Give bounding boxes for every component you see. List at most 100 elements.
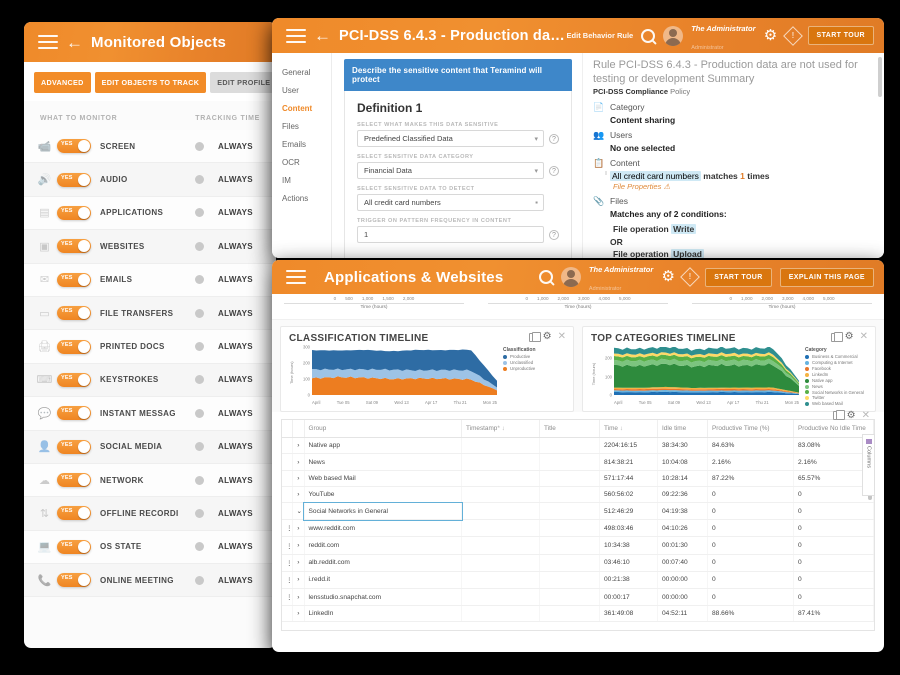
table-row[interactable]: ›News814:38:2110:04:082.16%2.16% <box>282 454 874 470</box>
toggle-websites[interactable]: YES <box>57 239 91 253</box>
help-icon[interactable]: ? <box>549 230 559 240</box>
table-header-productive-time-[interactable]: Productive Time (%) <box>708 420 794 438</box>
row-expander[interactable]: › <box>292 537 304 554</box>
monitor-row-os-state[interactable]: 💻YESOS STATEALWAYS <box>24 531 276 564</box>
search-icon[interactable] <box>539 270 553 284</box>
gear-icon[interactable]: ⚙ <box>847 411 856 421</box>
row-expander[interactable]: › <box>292 438 304 454</box>
toggle-keystrokes[interactable]: YES <box>57 373 91 387</box>
monitor-row-instant-messag[interactable]: 💬YESINSTANT MESSAGALWAYS <box>24 397 276 430</box>
pattern-frequency-input[interactable]: 1 <box>357 226 544 243</box>
close-icon[interactable]: ✕ <box>862 411 870 421</box>
search-icon[interactable] <box>641 29 655 43</box>
row-expander[interactable]: › <box>292 454 304 470</box>
row-drag-handle[interactable]: ⋮ <box>282 554 292 571</box>
table-row[interactable]: ⋮›alb.reddit.com03:46:1000:07:4000 <box>282 554 874 571</box>
table-row[interactable]: ›Web based Mail571:17:4410:28:1487.22%65… <box>282 470 874 486</box>
table-row[interactable]: ⋮›www.reddit.com498:03:4604:10:2600 <box>282 520 874 537</box>
rule-nav-actions[interactable]: Actions <box>282 189 331 207</box>
toggle-applications[interactable]: YES <box>57 206 91 220</box>
rule-nav-emails[interactable]: Emails <box>282 135 331 153</box>
rule-nav-im[interactable]: IM <box>282 171 331 189</box>
back-arrow-icon[interactable]: ← <box>66 34 83 51</box>
rule-nav-content[interactable]: Content <box>282 99 331 117</box>
toggle-audio[interactable]: YES <box>57 173 91 187</box>
hamburger-icon[interactable] <box>286 29 306 43</box>
row-drag-handle[interactable]: ⋮ <box>282 571 292 588</box>
summary-scrollbar[interactable] <box>878 57 882 97</box>
explain-this-page-button[interactable]: EXPLAIN THIS PAGE <box>780 268 874 287</box>
rule-nav-ocr[interactable]: OCR <box>282 153 331 171</box>
close-icon[interactable]: ✕ <box>558 332 566 342</box>
avatar[interactable] <box>561 267 581 287</box>
toggle-printed-docs[interactable]: YES <box>57 340 91 354</box>
toggle-emails[interactable]: YES <box>57 273 91 287</box>
row-drag-handle[interactable]: ⋮ <box>282 588 292 605</box>
copy-icon[interactable] <box>831 333 839 342</box>
toggle-file-transfers[interactable]: YES <box>57 306 91 320</box>
copy-icon[interactable] <box>833 411 841 420</box>
row-expander[interactable]: › <box>292 588 304 605</box>
table-row[interactable]: ⋮›i.redd.it00:21:3800:00:0000 <box>282 571 874 588</box>
row-drag-handle[interactable]: ⋮ <box>282 537 292 554</box>
hamburger-icon[interactable] <box>38 35 58 49</box>
row-expander[interactable]: › <box>292 606 304 622</box>
close-icon[interactable]: ✕ <box>860 332 868 342</box>
alert-diamond-icon[interactable] <box>783 26 803 46</box>
advanced-button[interactable]: ADVANCED <box>34 72 91 93</box>
row-expander[interactable]: › <box>292 554 304 571</box>
table-row[interactable]: ⋮›lensstudio.snapchat.com00:00:1700:00:0… <box>282 588 874 605</box>
table-header-title[interactable]: Title <box>540 420 600 438</box>
monitor-row-network[interactable]: ☁YESNETWORKALWAYS <box>24 464 276 497</box>
toggle-instant-messag[interactable]: YES <box>57 406 91 420</box>
monitor-row-file-transfers[interactable]: ▭YESFILE TRANSFERSALWAYS <box>24 297 276 330</box>
help-icon[interactable]: ? <box>549 134 559 144</box>
avatar[interactable] <box>663 26 683 46</box>
gear-icon[interactable]: ⚙ <box>845 332 854 342</box>
row-expander[interactable]: › <box>292 470 304 486</box>
monitor-row-printed-docs[interactable]: 🖨YESPRINTED DOCSALWAYS <box>24 330 276 363</box>
help-icon[interactable]: ? <box>549 166 559 176</box>
rule-nav-user[interactable]: User <box>282 81 331 99</box>
monitor-row-screen[interactable]: 📹YESSCREENALWAYS <box>24 130 276 163</box>
select-field-2[interactable]: All credit card numbers <box>357 194 544 211</box>
toggle-screen[interactable]: YES <box>57 139 91 153</box>
row-expander[interactable]: › <box>292 520 304 537</box>
toggle-os-state[interactable]: YES <box>57 540 91 554</box>
rule-nav-general[interactable]: General <box>282 63 331 81</box>
monitor-row-emails[interactable]: ✉YESEMAILSALWAYS <box>24 264 276 297</box>
toggle-network[interactable]: YES <box>57 473 91 487</box>
table-header-idle-time[interactable]: Idle time <box>658 420 708 438</box>
back-arrow-icon[interactable]: ← <box>314 27 331 44</box>
gear-icon[interactable] <box>764 29 778 43</box>
table-header-time[interactable]: Time ↓ <box>600 420 658 438</box>
monitor-row-social-media[interactable]: 👤YESSOCIAL MEDIAALWAYS <box>24 431 276 464</box>
select-field-1[interactable]: Financial Data <box>357 162 544 179</box>
legend-item[interactable]: Web based Mail <box>805 401 867 407</box>
table-header-timestamp[interactable]: Timestamp* ↓ <box>462 420 540 438</box>
columns-panel-tab[interactable]: Columns <box>862 434 875 496</box>
copy-icon[interactable] <box>529 333 537 342</box>
row-expander[interactable]: › <box>292 571 304 588</box>
monitor-row-online-meeting[interactable]: 📞YESONLINE MEETINGALWAYS <box>24 564 276 597</box>
gear-icon[interactable]: ⚙ <box>543 332 552 342</box>
monitor-row-keystrokes[interactable]: ⌨YESKEYSTROKESALWAYS <box>24 364 276 397</box>
legend-item[interactable]: Unproductive <box>503 366 565 372</box>
monitor-row-websites[interactable]: ▣YESWEBSITESALWAYS <box>24 230 276 263</box>
start-tour-button[interactable]: START TOUR <box>808 26 874 45</box>
table-row[interactable]: ⌄Social Networks in General512:46:2904:1… <box>282 503 874 520</box>
monitor-row-applications[interactable]: ▤YESAPPLICATIONSALWAYS <box>24 197 276 230</box>
table-row[interactable]: ⋮›reddit.com10:34:3800:01:3000 <box>282 537 874 554</box>
monitor-row-audio[interactable]: 🔊YESAUDIOALWAYS <box>24 163 276 196</box>
edit-profile-info-button[interactable]: EDIT PROFILE INFO <box>210 72 276 93</box>
monitor-row-offline-recordi[interactable]: ⇅YESOFFLINE RECORDIALWAYS <box>24 497 276 530</box>
toggle-social-media[interactable]: YES <box>57 440 91 454</box>
rule-nav-files[interactable]: Files <box>282 117 331 135</box>
toggle-offline-recordi[interactable]: YES <box>57 506 91 520</box>
gear-icon[interactable] <box>661 270 675 284</box>
edit-objects-to-track-button[interactable]: EDIT OBJECTS TO TRACK <box>95 72 207 93</box>
row-expander[interactable]: › <box>292 486 304 502</box>
select-field-0[interactable]: Predefined Classified Data <box>357 130 544 147</box>
table-row[interactable]: ›Native app2204:16:1538:34:3084.63%83.08… <box>282 438 874 454</box>
start-tour-button[interactable]: START TOUR <box>705 268 771 287</box>
